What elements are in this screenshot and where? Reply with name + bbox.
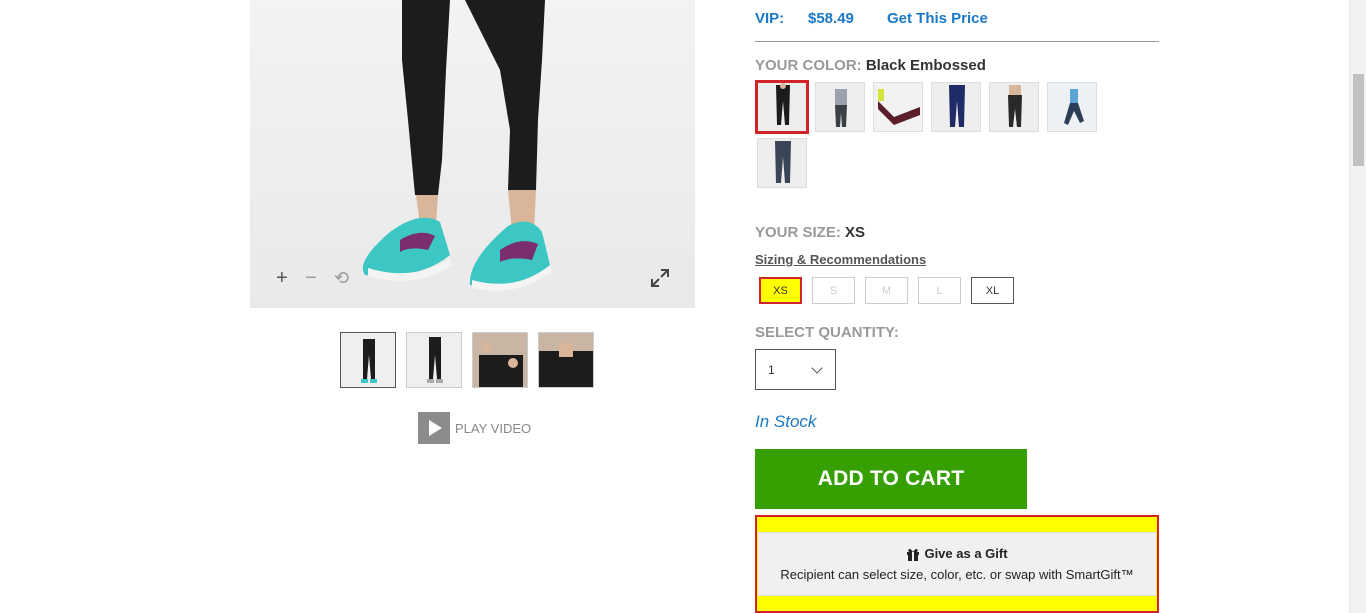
gift-content: Give as a Gift Recipient can select size… — [758, 532, 1156, 596]
stock-status: In Stock — [755, 412, 817, 431]
size-options: XS S M L XL — [759, 277, 1014, 304]
thumbnail-strip — [340, 332, 594, 388]
size-option-xl[interactable]: XL — [971, 277, 1014, 304]
gift-icon — [907, 548, 920, 561]
color-swatch-4[interactable] — [931, 82, 981, 132]
color-swatch-2[interactable] — [815, 82, 865, 132]
gift-option[interactable]: Give as a Gift Recipient can select size… — [755, 515, 1159, 613]
color-heading: YOUR COLOR: Black Embossed — [755, 57, 986, 74]
play-video-label: PLAY VIDEO — [455, 420, 532, 436]
size-option-xs[interactable]: XS — [759, 277, 802, 304]
thumbnail-1[interactable] — [340, 332, 396, 388]
color-swatch-3[interactable] — [873, 82, 923, 132]
gift-title-row: Give as a Gift — [758, 546, 1156, 561]
quantity-label: SELECT QUANTITY: — [755, 324, 899, 341]
vip-price-row: VIP: $58.49 Get This Price — [755, 10, 988, 27]
thumbnail-3[interactable] — [472, 332, 528, 388]
page-scrollbar[interactable] — [1349, 0, 1366, 613]
gift-subtitle: Recipient can select size, color, etc. o… — [780, 567, 1134, 582]
size-option-s[interactable]: S — [812, 277, 855, 304]
color-swatches — [755, 80, 1117, 188]
size-label: YOUR SIZE: — [755, 224, 841, 241]
play-video-button[interactable]: PLAY VIDEO — [418, 412, 531, 444]
zoom-in-icon[interactable]: + — [276, 268, 288, 288]
get-this-price-link[interactable]: Get This Price — [887, 10, 988, 27]
product-photo — [362, 0, 552, 291]
color-swatch-5[interactable] — [989, 82, 1039, 132]
main-product-image[interactable]: + − ⟲ — [250, 0, 695, 308]
vip-label: VIP: — [755, 10, 785, 27]
color-swatch-black-embossed[interactable] — [755, 80, 809, 134]
rotate-icon[interactable]: ⟲ — [334, 268, 349, 288]
chevron-down-icon — [811, 362, 823, 374]
color-swatch-7[interactable] — [757, 138, 807, 188]
selected-size: XS — [845, 224, 866, 241]
zoom-out-icon[interactable]: − — [305, 268, 317, 288]
quantity-select[interactable]: 1 — [755, 349, 836, 390]
thumbnail-2[interactable] — [406, 332, 462, 388]
scrollbar-thumb[interactable] — [1353, 74, 1364, 166]
size-heading: YOUR SIZE: XS — [755, 224, 865, 241]
sizing-recommendations-link[interactable]: Sizing & Recommendations — [755, 252, 926, 267]
play-icon — [418, 412, 450, 444]
thumbnail-4[interactable] — [538, 332, 594, 388]
color-label: YOUR COLOR: — [755, 57, 862, 74]
selected-color-name: Black Embossed — [865, 57, 986, 74]
expand-icon[interactable] — [650, 268, 670, 288]
size-option-m[interactable]: M — [865, 277, 908, 304]
vip-price: $58.49 — [808, 10, 854, 27]
gift-title: Give as a Gift — [924, 546, 1008, 561]
divider — [755, 41, 1159, 42]
color-swatch-6[interactable] — [1047, 82, 1097, 132]
size-option-l[interactable]: L — [918, 277, 961, 304]
add-to-cart-button[interactable]: ADD TO CART — [755, 449, 1027, 509]
quantity-value: 1 — [768, 362, 775, 377]
